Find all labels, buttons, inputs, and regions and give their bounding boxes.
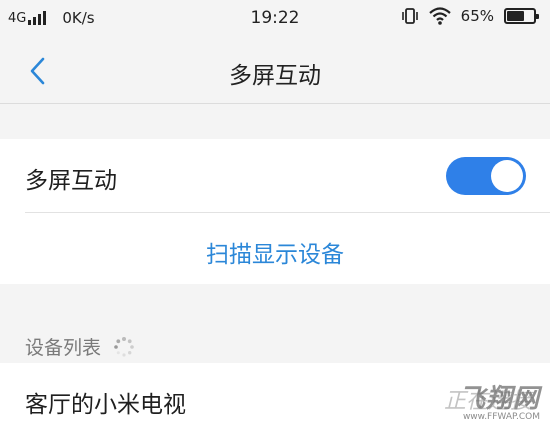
- wifi-icon: [428, 7, 451, 25]
- watermark-logo: 飞翔网 www.FFWAP.COM: [459, 378, 540, 421]
- status-right: 65%: [391, 7, 539, 25]
- battery-percent: 65%: [460, 7, 494, 25]
- watermark-text: 飞翔网: [458, 384, 540, 414]
- status-bar: 4G 0K/s 19:22 65%: [0, 0, 550, 36]
- multi-screen-toggle[interactable]: [446, 157, 526, 195]
- battery-fill: [507, 11, 524, 21]
- divider: [25, 212, 550, 213]
- multi-screen-label: 多屏互动: [25, 168, 117, 194]
- battery-icon: [504, 8, 539, 24]
- scan-devices-button[interactable]: 扫描显示设备: [0, 235, 550, 269]
- page-title: 多屏互动: [229, 63, 321, 89]
- settings-card: 多屏互动 扫描显示设备: [0, 139, 550, 284]
- nav-bar: 多屏互动: [0, 36, 550, 104]
- device-list-title: 设备列表: [25, 337, 102, 359]
- spinner-icon: [114, 336, 134, 357]
- device-list-header: 设备列表: [25, 333, 135, 360]
- multi-screen-row: 多屏互动: [0, 139, 550, 212]
- vibrate-icon: [401, 7, 419, 25]
- toggle-knob: [491, 160, 523, 192]
- device-row[interactable]: 客厅的小米电视 正在连接 飞翔网 www.FFWAP.COM: [0, 363, 550, 421]
- watermark-url: www.FFWAP.COM: [462, 412, 540, 421]
- device-name: 客厅的小米电视: [25, 392, 186, 418]
